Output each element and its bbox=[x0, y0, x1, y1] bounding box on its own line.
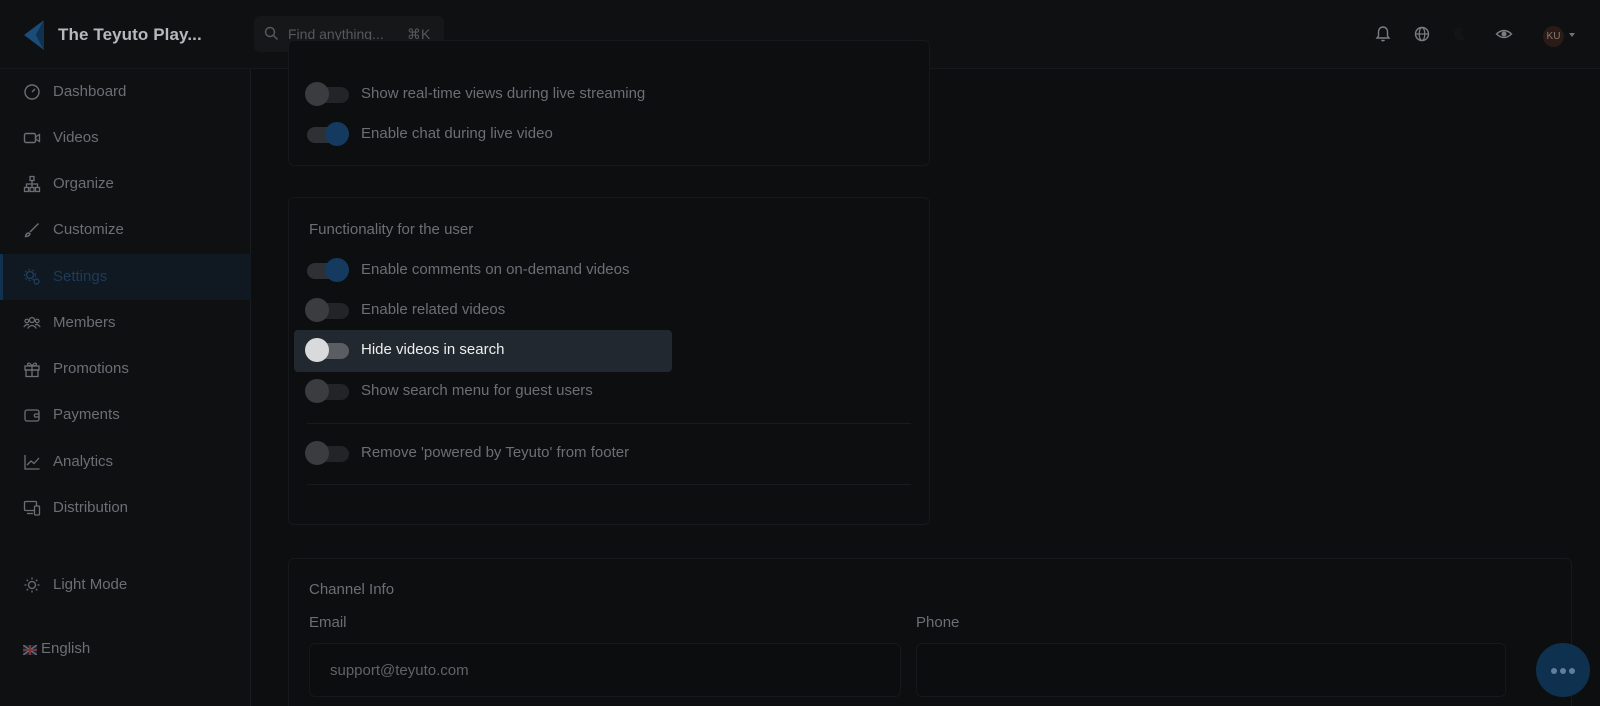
app-title[interactable]: The Teyuto Play... bbox=[58, 25, 202, 45]
devices-icon bbox=[23, 500, 41, 516]
gears-icon bbox=[23, 268, 40, 285]
sun-icon bbox=[24, 577, 40, 593]
divider bbox=[307, 423, 911, 424]
sidebar-item-label: Dashboard bbox=[53, 83, 127, 100]
phone-field[interactable] bbox=[916, 643, 1506, 697]
divider bbox=[307, 484, 911, 485]
hierarchy-icon bbox=[23, 175, 41, 193]
toggle-label: Show real-time views during live streami… bbox=[361, 85, 646, 102]
sidebar-item-label: Settings bbox=[53, 268, 108, 285]
chat-dots-icon bbox=[1560, 668, 1566, 674]
language-selector[interactable]: English bbox=[23, 640, 143, 660]
globe-icon[interactable] bbox=[1413, 25, 1431, 43]
toggle-label: Remove 'powered by Teyuto' from footer bbox=[361, 444, 630, 461]
toggle-switch[interactable] bbox=[303, 122, 349, 146]
language-label: English bbox=[41, 640, 91, 657]
toggle-label: Hide videos in search bbox=[361, 341, 505, 358]
gift-icon bbox=[24, 362, 40, 378]
toggle-row-related-videos: Enable related videos bbox=[305, 290, 915, 330]
dashboard-icon bbox=[24, 84, 40, 100]
email-label: Email bbox=[309, 614, 347, 631]
chat-dots-icon bbox=[1569, 668, 1575, 674]
moon-icon[interactable] bbox=[1451, 25, 1469, 43]
uk-flag-icon bbox=[23, 645, 37, 655]
sidebar-item-dashboard[interactable]: Dashboard bbox=[0, 69, 251, 115]
chat-dots-icon bbox=[1551, 668, 1557, 674]
bell-icon[interactable] bbox=[1374, 25, 1392, 43]
toggle-switch[interactable] bbox=[305, 338, 351, 362]
user-functionality-card: Functionality for the user Enable commen… bbox=[288, 197, 930, 525]
chart-line-icon bbox=[24, 455, 40, 470]
sidebar-item-label: Customize bbox=[53, 221, 124, 238]
toggle-switch[interactable] bbox=[305, 441, 351, 465]
sidebar-item-label: Payments bbox=[53, 406, 120, 423]
brush-icon bbox=[24, 223, 39, 238]
toggle-row-realtime-views: Show real-time views during live streami… bbox=[305, 74, 915, 114]
light-mode-toggle[interactable]: Light Mode bbox=[0, 562, 251, 608]
sidebar-item-label: Videos bbox=[53, 129, 99, 146]
channel-info-card: Channel Info Email Phone support@teyuto.… bbox=[288, 558, 1572, 706]
toggle-switch[interactable] bbox=[305, 298, 351, 322]
avatar[interactable]: KU bbox=[1543, 26, 1564, 47]
sidebar-item-label: Analytics bbox=[53, 453, 114, 470]
live-settings-card: Show real-time views during live streami… bbox=[288, 40, 930, 166]
sidebar-item-members[interactable]: Members bbox=[0, 300, 251, 346]
sidebar-item-distribution[interactable]: Distribution bbox=[0, 485, 251, 531]
email-field[interactable]: support@teyuto.com bbox=[309, 643, 901, 697]
chat-button[interactable] bbox=[1536, 643, 1590, 697]
toggle-row-live-chat: Enable chat during live video bbox=[305, 114, 915, 154]
sidebar: Dashboard Videos Organize Customize Sett… bbox=[0, 69, 251, 706]
toggle-switch[interactable] bbox=[305, 379, 351, 403]
toggle-row-powered-by: Remove 'powered by Teyuto' from footer bbox=[305, 433, 915, 473]
sidebar-item-videos[interactable]: Videos bbox=[0, 115, 251, 161]
toggle-label: Enable chat during live video bbox=[361, 125, 553, 142]
sidebar-item-label: Distribution bbox=[53, 499, 129, 516]
toggle-label: Enable comments on on-demand videos bbox=[361, 261, 630, 278]
sidebar-item-customize[interactable]: Customize bbox=[0, 207, 251, 253]
wallet-icon bbox=[24, 409, 40, 422]
video-camera-icon bbox=[23, 132, 41, 144]
toggle-row-search-menu-guests: Show search menu for guest users bbox=[305, 371, 915, 411]
search-icon bbox=[264, 26, 279, 41]
chevron-down-icon[interactable] bbox=[1569, 33, 1575, 37]
users-icon bbox=[23, 316, 41, 329]
sidebar-item-organize[interactable]: Organize bbox=[0, 161, 251, 207]
teyuto-logo-icon[interactable] bbox=[22, 20, 46, 50]
sidebar-item-settings[interactable]: Settings bbox=[0, 254, 251, 300]
toggle-label: Enable related videos bbox=[361, 301, 506, 318]
sidebar-item-payments[interactable]: Payments bbox=[0, 392, 251, 438]
sidebar-item-analytics[interactable]: Analytics bbox=[0, 439, 251, 485]
toggle-row-comments: Enable comments on on-demand videos bbox=[305, 250, 915, 290]
toggle-switch[interactable] bbox=[303, 258, 349, 282]
toggle-row-hide-videos-search[interactable]: Hide videos in search bbox=[294, 330, 672, 372]
light-mode-label: Light Mode bbox=[53, 576, 128, 593]
phone-label: Phone bbox=[916, 614, 960, 631]
sidebar-item-label: Promotions bbox=[53, 360, 129, 377]
sidebar-item-label: Members bbox=[53, 314, 116, 331]
sidebar-item-label: Organize bbox=[53, 175, 114, 192]
section-title: Functionality for the user bbox=[309, 221, 474, 238]
email-value: support@teyuto.com bbox=[330, 662, 469, 679]
toggle-switch[interactable] bbox=[305, 82, 351, 106]
section-title: Channel Info bbox=[309, 581, 395, 598]
toggle-label: Show search menu for guest users bbox=[361, 382, 593, 399]
eye-icon[interactable] bbox=[1495, 25, 1513, 43]
sidebar-item-promotions[interactable]: Promotions bbox=[0, 346, 251, 392]
